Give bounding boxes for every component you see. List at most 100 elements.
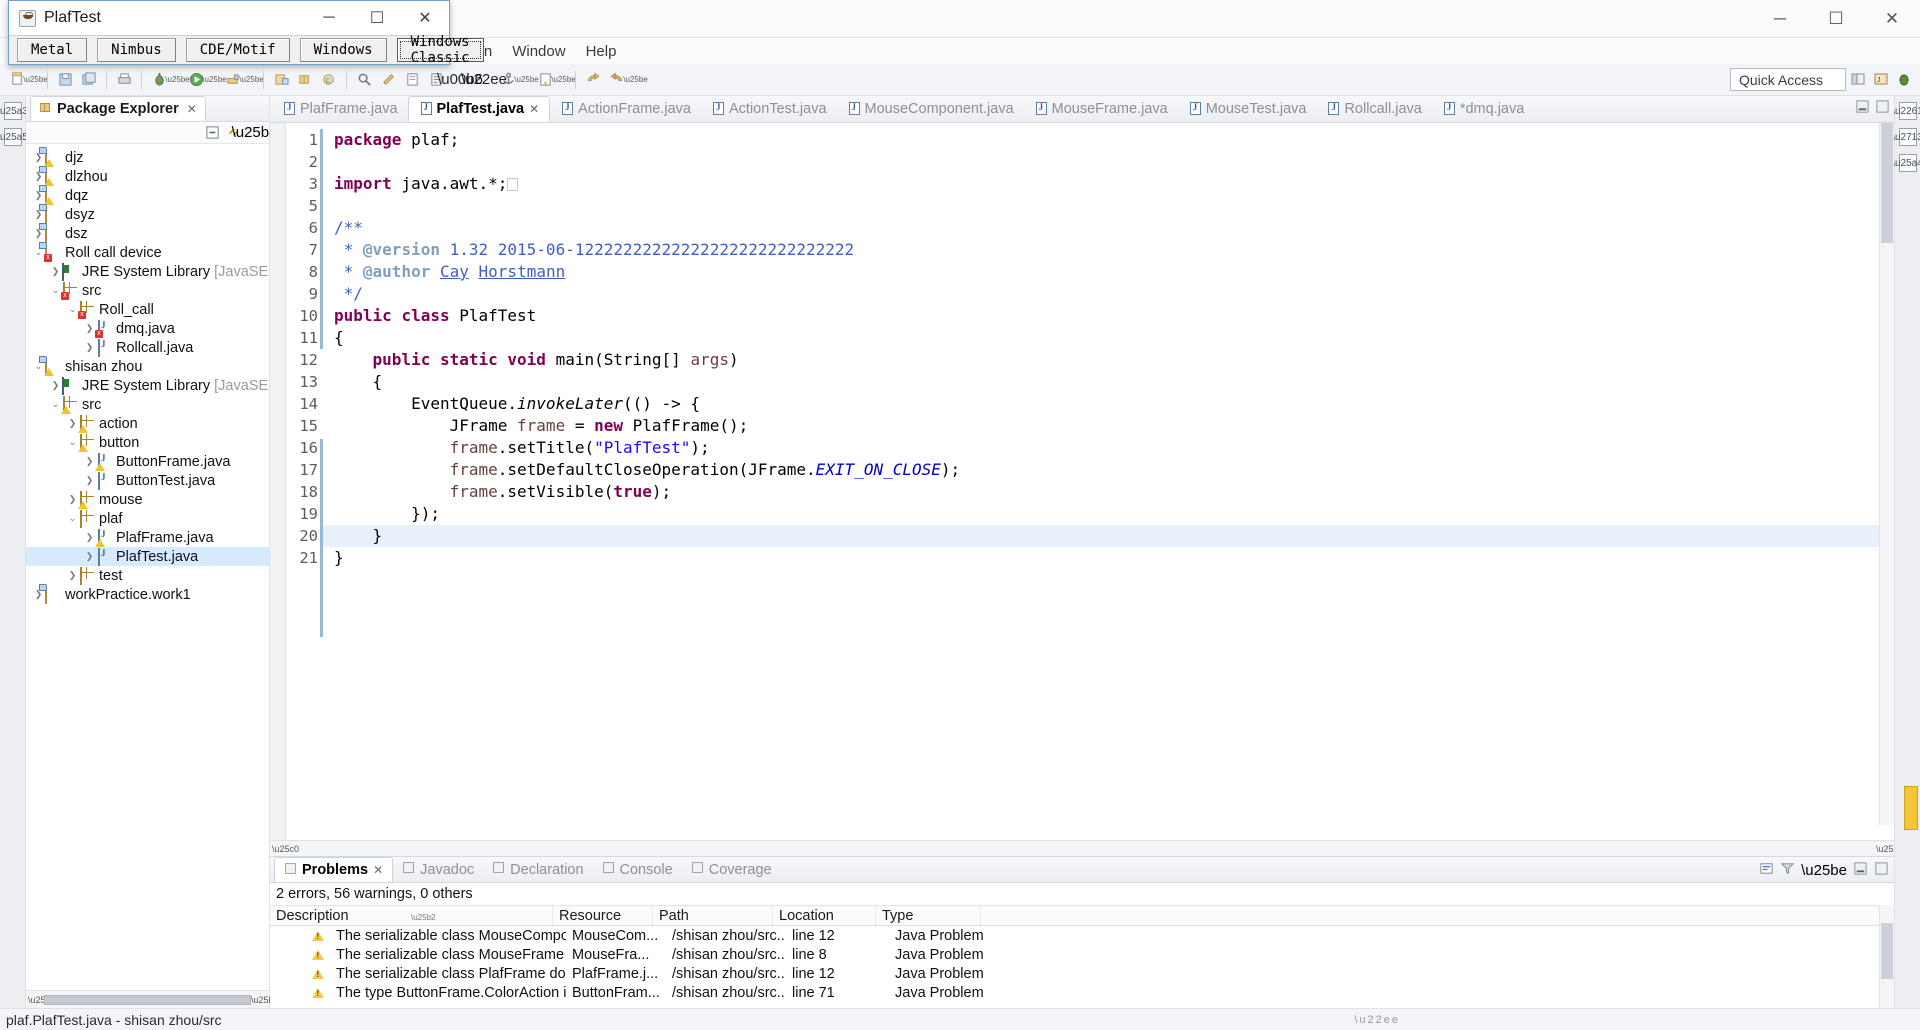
forward-icon[interactable] xyxy=(606,69,628,91)
restore-right-view-icon[interactable]: \u25a4 xyxy=(1892,154,1920,172)
column-header-path[interactable]: Path xyxy=(653,906,773,925)
tree-twistie-icon[interactable]: ❯ xyxy=(49,266,62,277)
tree-twistie-icon[interactable]: ❯ xyxy=(32,228,45,239)
problems-vscroll-thumb[interactable] xyxy=(1881,923,1893,979)
tree-twistie-icon[interactable]: ❯ xyxy=(32,209,45,220)
editor-tab--dmq-java[interactable]: *dmq.java xyxy=(1432,96,1534,122)
anchor-icon[interactable] xyxy=(497,69,519,91)
tab-package-explorer[interactable]: Package Explorer ✕ xyxy=(30,96,206,121)
tree-item-button[interactable]: ⌄ button xyxy=(26,433,269,452)
show-whitespace-icon[interactable]: \u22ee xyxy=(461,69,507,91)
next-annotation-dropdown-icon[interactable]: \u25be xyxy=(551,69,575,91)
plaftest-maximize-button[interactable]: ☐ xyxy=(353,1,401,35)
print-icon[interactable] xyxy=(113,69,135,91)
code-text-area[interactable]: package plaf; import java.awt.*; /** * @… xyxy=(320,123,1894,840)
editor-vscroll-thumb[interactable] xyxy=(1881,123,1893,243)
bottom-tab-console[interactable]: Console xyxy=(593,857,682,882)
editor-minimize-icon[interactable] xyxy=(1855,99,1870,118)
column-header-type[interactable]: Type xyxy=(876,906,981,925)
last-edit-location-icon[interactable] xyxy=(377,69,399,91)
eclipse-minimize-button[interactable]: ─ xyxy=(1752,0,1808,38)
new-icon[interactable] xyxy=(6,69,28,91)
close-icon[interactable]: ✕ xyxy=(373,863,383,877)
tree-item-mouse[interactable]: ❯ mouse xyxy=(26,490,269,509)
tree-item-plafframe-java[interactable]: ❯PlafFrame.java xyxy=(26,528,269,547)
package-explorer-minimized-icon[interactable]: \u25a5 xyxy=(0,128,28,146)
new-dropdown-icon[interactable]: \u25be xyxy=(23,69,47,91)
tree-item-roll-call[interactable]: ⌄Roll_call xyxy=(26,300,269,319)
debug-dropdown-icon[interactable]: \u25be xyxy=(165,69,189,91)
hscroll-thumb[interactable] xyxy=(44,994,251,1005)
scroll-left-icon[interactable]: \u25c0 xyxy=(28,995,55,1005)
eclipse-close-button[interactable]: ✕ xyxy=(1864,0,1920,38)
next-annotation-icon[interactable] xyxy=(534,69,556,91)
problems-table-row[interactable]: The serializable class PlafFrame does nc… xyxy=(270,964,1894,983)
editor-tab-rollcall-java[interactable]: Rollcall.java xyxy=(1316,96,1431,122)
tree-item-buttonframe-java[interactable]: ❯ButtonFrame.java xyxy=(26,452,269,471)
laf-button-windows-classic[interactable]: Windows Classic xyxy=(396,34,484,66)
close-icon[interactable]: ✕ xyxy=(187,102,197,116)
column-header-description[interactable]: Description \u25b2 xyxy=(270,906,553,925)
problems-vscrollbar[interactable] xyxy=(1879,905,1894,1008)
package-explorer-hscrollbar[interactable]: \u25c0 \u25b6 xyxy=(26,990,279,1008)
search-icon[interactable] xyxy=(353,69,375,91)
anchor-dropdown-icon[interactable]: \u25be xyxy=(514,69,538,91)
editor-tab-plafframe-java[interactable]: PlafFrame.java xyxy=(272,96,408,122)
tree-twistie-icon[interactable]: ❯ xyxy=(83,342,96,353)
editor-tab-mousetest-java[interactable]: MouseTest.java xyxy=(1178,96,1317,122)
bottom-tab-declaration[interactable]: Declaration xyxy=(483,857,592,882)
save-icon[interactable] xyxy=(54,69,76,91)
tree-item-action[interactable]: ❯ action xyxy=(26,414,269,433)
column-header-resource[interactable]: Resource xyxy=(553,906,653,925)
debug-icon[interactable] xyxy=(148,69,170,91)
tree-item-dsyz[interactable]: ❯ dsyz xyxy=(26,205,269,224)
editor-scroll-left-icon[interactable]: \u25c0 xyxy=(272,844,299,854)
minimize-icon[interactable] xyxy=(1853,861,1868,880)
tree-item-src[interactable]: ⌄src xyxy=(26,281,269,300)
bottom-tab-javadoc[interactable]: Javadoc xyxy=(393,857,483,882)
save-all-icon[interactable] xyxy=(78,69,100,91)
tree-item-buttontest-java[interactable]: ❯ ButtonTest.java xyxy=(26,471,269,490)
eclipse-maximize-button[interactable]: ☐ xyxy=(1808,0,1864,38)
tree-item-dqz[interactable]: ❯ dqz xyxy=(26,186,269,205)
editor-tab-actiontest-java[interactable]: ActionTest.java xyxy=(701,96,837,122)
restore-view-icon[interactable]: \u25a3 xyxy=(0,102,28,120)
bottom-tab-problems[interactable]: Problems ✕ xyxy=(274,857,394,882)
plaftest-close-button[interactable]: ✕ xyxy=(401,1,449,35)
filters-icon[interactable] xyxy=(1780,861,1795,880)
editor-scroll-right-icon[interactable]: \u25b6 xyxy=(1876,844,1904,854)
tree-item-shisan-zhou[interactable]: ⌄ shisan zhou xyxy=(26,357,269,376)
view-menu-icon[interactable]: \u25be xyxy=(1801,862,1847,879)
column-header-location[interactable]: Location xyxy=(773,906,876,925)
laf-button-metal[interactable]: Metal xyxy=(17,38,88,62)
new-class-icon[interactable]: C xyxy=(318,69,340,91)
view-menu-icon[interactable]: \u25be xyxy=(232,124,278,141)
tree-item-dlzhou[interactable]: ❯ dlzhou xyxy=(26,167,269,186)
collapsed-imports-box[interactable] xyxy=(507,178,519,191)
editor-tab-actionframe-java[interactable]: ActionFrame.java xyxy=(550,96,701,122)
tree-twistie-icon[interactable]: ❯ xyxy=(32,589,45,600)
open-perspective-icon[interactable] xyxy=(1848,68,1868,90)
tree-twistie-icon[interactable]: ❯ xyxy=(66,570,79,581)
menu-window[interactable]: Window xyxy=(503,41,574,62)
problems-table-row[interactable]: The serializable class MouseComponen Mous… xyxy=(270,926,1894,945)
tree-item-dsz[interactable]: ❯ dsz xyxy=(26,224,269,243)
problems-table-row[interactable]: The serializable class MouseFrame does Mo… xyxy=(270,945,1894,964)
editor-tab-mouseframe-java[interactable]: MouseFrame.java xyxy=(1024,96,1178,122)
scroll-right-icon[interactable]: \u25b6 xyxy=(251,995,279,1005)
editor-hscrollbar[interactable]: \u25c0 \u25b6 xyxy=(270,840,1904,856)
close-icon[interactable]: ✕ xyxy=(529,102,539,116)
focus-on-selection-icon[interactable] xyxy=(1759,861,1774,880)
collapse-all-icon[interactable] xyxy=(204,124,221,141)
external-tools-dropdown-icon[interactable]: \u25be xyxy=(239,69,263,91)
run-dropdown-icon[interactable]: \u25be xyxy=(202,69,226,91)
tree-item-roll-call-device[interactable]: ⌄Roll call device xyxy=(26,243,269,262)
problems-table-row[interactable]: The type ButtonFrame.ColorAction is nc Bu… xyxy=(270,983,1894,1002)
editor-maximize-icon[interactable] xyxy=(1875,99,1890,118)
editor-tab-mousecomponent-java[interactable]: MouseComponent.java xyxy=(837,96,1024,122)
tree-item-src[interactable]: ⌄src xyxy=(26,395,269,414)
new-package-icon[interactable] xyxy=(294,69,316,91)
editor-vscrollbar[interactable] xyxy=(1879,123,1894,825)
new-java-project-icon[interactable] xyxy=(270,69,292,91)
back-icon[interactable] xyxy=(582,69,604,91)
